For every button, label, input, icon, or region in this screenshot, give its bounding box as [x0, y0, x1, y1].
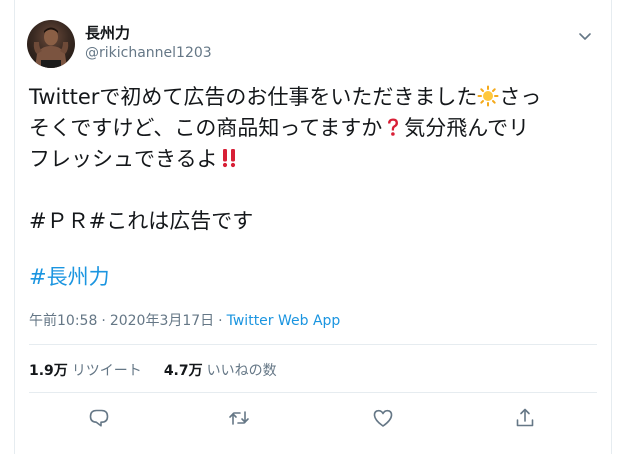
tweet-text-line3a: フレッシュできるよ: [29, 147, 218, 171]
chevron-down-icon[interactable]: [575, 26, 595, 46]
likes-label: いいねの数: [206, 363, 277, 379]
meta-separator: ·: [101, 313, 106, 329]
tweet-text: Twitterで初めて広告のお仕事をいただきました さっ そくですけど、この商品知…: [29, 82, 603, 237]
tweet-text-line1a: Twitterで初めて広告のお仕事をいただきました: [29, 85, 478, 109]
tweet-time[interactable]: 午前10:58: [29, 313, 97, 329]
tweet-card: 長州力 @rikichannel1203 Twitterで初めて広告のお仕事をい…: [14, 0, 612, 454]
tweet-text-line2a: そくですけど、この商品知ってますか: [29, 116, 383, 140]
tweet-source-link[interactable]: Twitter Web App: [227, 313, 341, 329]
tweet-text-line2b: 気分飛んでリ: [404, 116, 530, 140]
tweet-actions: [75, 406, 555, 430]
red-question-emoji: [382, 116, 404, 138]
likes-count: 4.7万: [163, 363, 203, 379]
retweets-label: リツイート: [71, 363, 142, 379]
likes-stat[interactable]: 4.7万 いいねの数: [164, 361, 277, 381]
divider-bottom: [29, 392, 597, 393]
retweet-icon[interactable]: [227, 406, 251, 430]
retweets-count: 1.9万: [29, 363, 68, 379]
tweet-date[interactable]: 2020年3月17日: [110, 313, 214, 329]
tweet-header: 長州力 @rikichannel1203: [27, 20, 599, 76]
reply-icon[interactable]: [87, 406, 111, 430]
share-icon[interactable]: [513, 406, 537, 430]
sun-emoji: [477, 85, 499, 107]
tweet-text-line5: #ＰＲ#これは広告です: [29, 209, 254, 233]
hashtag-link[interactable]: #長州力: [29, 262, 110, 293]
divider-top: [29, 344, 597, 345]
author-display-name[interactable]: 長州力: [85, 23, 212, 43]
meta-separator-2: ·: [218, 313, 223, 329]
author-names: 長州力 @rikichannel1203: [85, 23, 212, 63]
tweet-meta: 午前10:58 · 2020年3月17日 · Twitter Web App: [29, 311, 340, 331]
avatar[interactable]: [27, 20, 75, 68]
heart-icon[interactable]: [371, 406, 395, 430]
author-handle[interactable]: @rikichannel1203: [85, 43, 212, 63]
tweet-text-line1b: さっ: [499, 85, 542, 109]
double-exclamation-emoji: [218, 147, 240, 169]
tweet-stats: 1.9万 リツイート 4.7万 いいねの数: [29, 361, 277, 381]
retweets-stat[interactable]: 1.9万 リツイート: [29, 361, 142, 381]
